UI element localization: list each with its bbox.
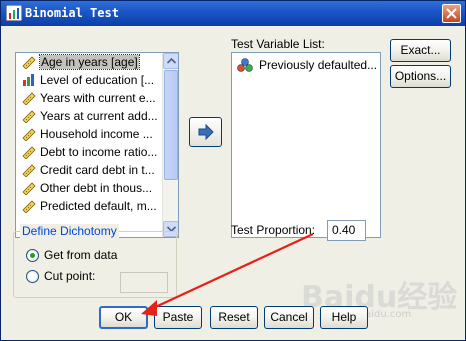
paste-button[interactable]: Paste <box>154 306 202 329</box>
ruler-icon <box>22 110 36 123</box>
source-variable-label: Debt to income ratio... <box>40 145 158 159</box>
source-variable-item[interactable]: Years with current e... <box>16 89 163 107</box>
cut-point-radio[interactable] <box>26 269 39 283</box>
source-variable-item[interactable]: Predicted default, m... <box>16 197 163 215</box>
close-icon <box>446 8 457 19</box>
ruler-icon <box>22 92 36 105</box>
source-variable-label: Age in years [age] <box>39 54 140 70</box>
arrow-right-icon <box>198 124 214 140</box>
source-variable-label: Level of education [... <box>40 73 155 87</box>
source-variable-label: Household income ... <box>40 127 153 141</box>
spss-app-icon <box>6 5 22 21</box>
test-variable-item[interactable]: Previously defaulted... <box>237 57 377 73</box>
source-list-scrollbar[interactable] <box>162 53 178 237</box>
chevron-up-icon <box>167 58 176 64</box>
help-button[interactable]: Help <box>320 306 368 329</box>
source-variable-list[interactable]: Age in years [age] Level of education [..… <box>15 52 179 238</box>
ruler-icon <box>22 56 36 69</box>
source-variable-item[interactable]: Household income ... <box>16 125 163 143</box>
ruler-icon <box>22 146 36 159</box>
get-from-data-option[interactable]: Get from data <box>26 247 117 263</box>
cut-point-label: Cut point: <box>44 269 96 283</box>
bar-chart-icon <box>23 74 34 86</box>
ok-button-label: OK <box>114 310 133 324</box>
source-variable-label: Predicted default, m... <box>40 199 157 213</box>
source-variable-items: Age in years [age] Level of education [..… <box>16 53 163 237</box>
source-variable-item[interactable]: Debt to income ratio... <box>16 143 163 161</box>
reset-button-label: Reset <box>218 310 250 324</box>
ruler-icon <box>22 164 36 177</box>
reset-button[interactable]: Reset <box>210 306 258 329</box>
cancel-button[interactable]: Cancel <box>264 306 314 329</box>
ruler-icon <box>22 128 36 141</box>
dialog-body: Age in years [age] Level of education [..… <box>1 26 465 340</box>
source-variable-item[interactable]: Credit card debt in t... <box>16 161 163 179</box>
title-bar[interactable]: Binomial Test <box>1 1 465 26</box>
exact-button[interactable]: Exact... <box>390 39 451 62</box>
scroll-up-button[interactable] <box>163 53 178 69</box>
source-variable-label: Years with current e... <box>40 91 156 105</box>
test-variable-list-label: Test Variable List: <box>231 37 325 51</box>
nominal-circles-icon <box>237 58 253 72</box>
options-button[interactable]: Options... <box>390 65 451 88</box>
test-variable-list[interactable]: Previously defaulted... <box>231 52 381 238</box>
help-button-label: Help <box>331 310 357 324</box>
source-variable-item[interactable]: Level of education [... <box>16 71 163 89</box>
test-proportion-label: Test Proportion: <box>231 223 316 237</box>
source-variable-item[interactable]: Years at current add... <box>16 107 163 125</box>
options-button-label: Options... <box>394 69 447 83</box>
define-dichotomy-title: Define Dichotomy <box>20 224 119 238</box>
ok-button[interactable]: OK <box>99 306 148 329</box>
close-button[interactable] <box>442 4 461 23</box>
scroll-thumb[interactable] <box>164 70 178 180</box>
test-variable-label: Previously defaulted... <box>259 58 378 72</box>
binomial-test-dialog: Binomial Test Age in years [age] Level of… <box>0 0 466 341</box>
source-variable-label: Credit card debt in t... <box>40 163 155 177</box>
get-from-data-label: Get from data <box>44 248 118 262</box>
cut-point-option[interactable]: Cut point: <box>26 268 95 284</box>
source-variable-item[interactable]: Other debt in thous... <box>16 179 163 197</box>
cancel-button-label: Cancel <box>270 310 308 324</box>
exact-button-label: Exact... <box>400 43 441 57</box>
ruler-icon <box>22 200 36 213</box>
source-variable-label: Years at current add... <box>40 109 158 123</box>
move-to-test-list-button[interactable] <box>189 117 222 147</box>
source-variable-item[interactable]: Age in years [age] <box>16 53 163 71</box>
paste-button-label: Paste <box>162 310 194 324</box>
ruler-icon <box>22 182 36 195</box>
source-variable-label: Other debt in thous... <box>40 181 153 195</box>
window-title: Binomial Test <box>25 6 119 20</box>
define-dichotomy-group: Define Dichotomy Get from data Cut point… <box>13 224 177 298</box>
get-from-data-radio[interactable] <box>26 248 39 262</box>
test-proportion-input[interactable]: 0.40 <box>327 220 366 241</box>
cut-point-input[interactable] <box>120 272 168 293</box>
